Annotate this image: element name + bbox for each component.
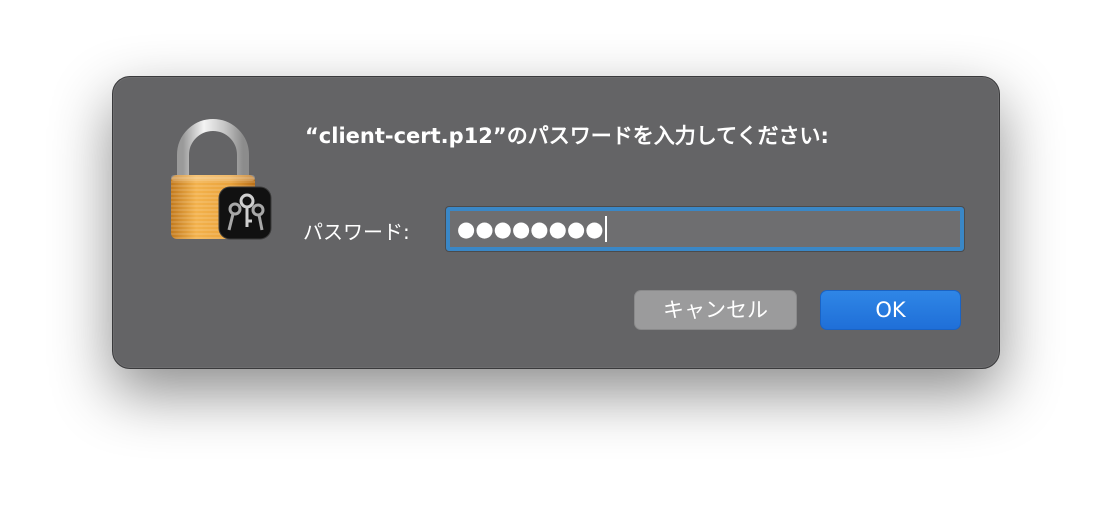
ok-button[interactable]: OK <box>820 290 961 330</box>
text-caret <box>604 216 607 242</box>
dialog-prompt: “client-cert.p12”のパスワードを入力してください: <box>305 124 829 148</box>
cancel-button[interactable]: キャンセル <box>634 290 797 330</box>
password-label: パスワード: <box>303 220 410 244</box>
password-value: ●●●●●●●● <box>457 216 607 242</box>
keychain-lock-icon <box>171 119 272 240</box>
keys-icon <box>218 186 272 240</box>
password-dialog: “client-cert.p12”のパスワードを入力してください: パスワード:… <box>112 76 1000 369</box>
password-field[interactable]: ●●●●●●●● <box>446 207 964 251</box>
password-dots: ●●●●●●●● <box>457 217 604 241</box>
